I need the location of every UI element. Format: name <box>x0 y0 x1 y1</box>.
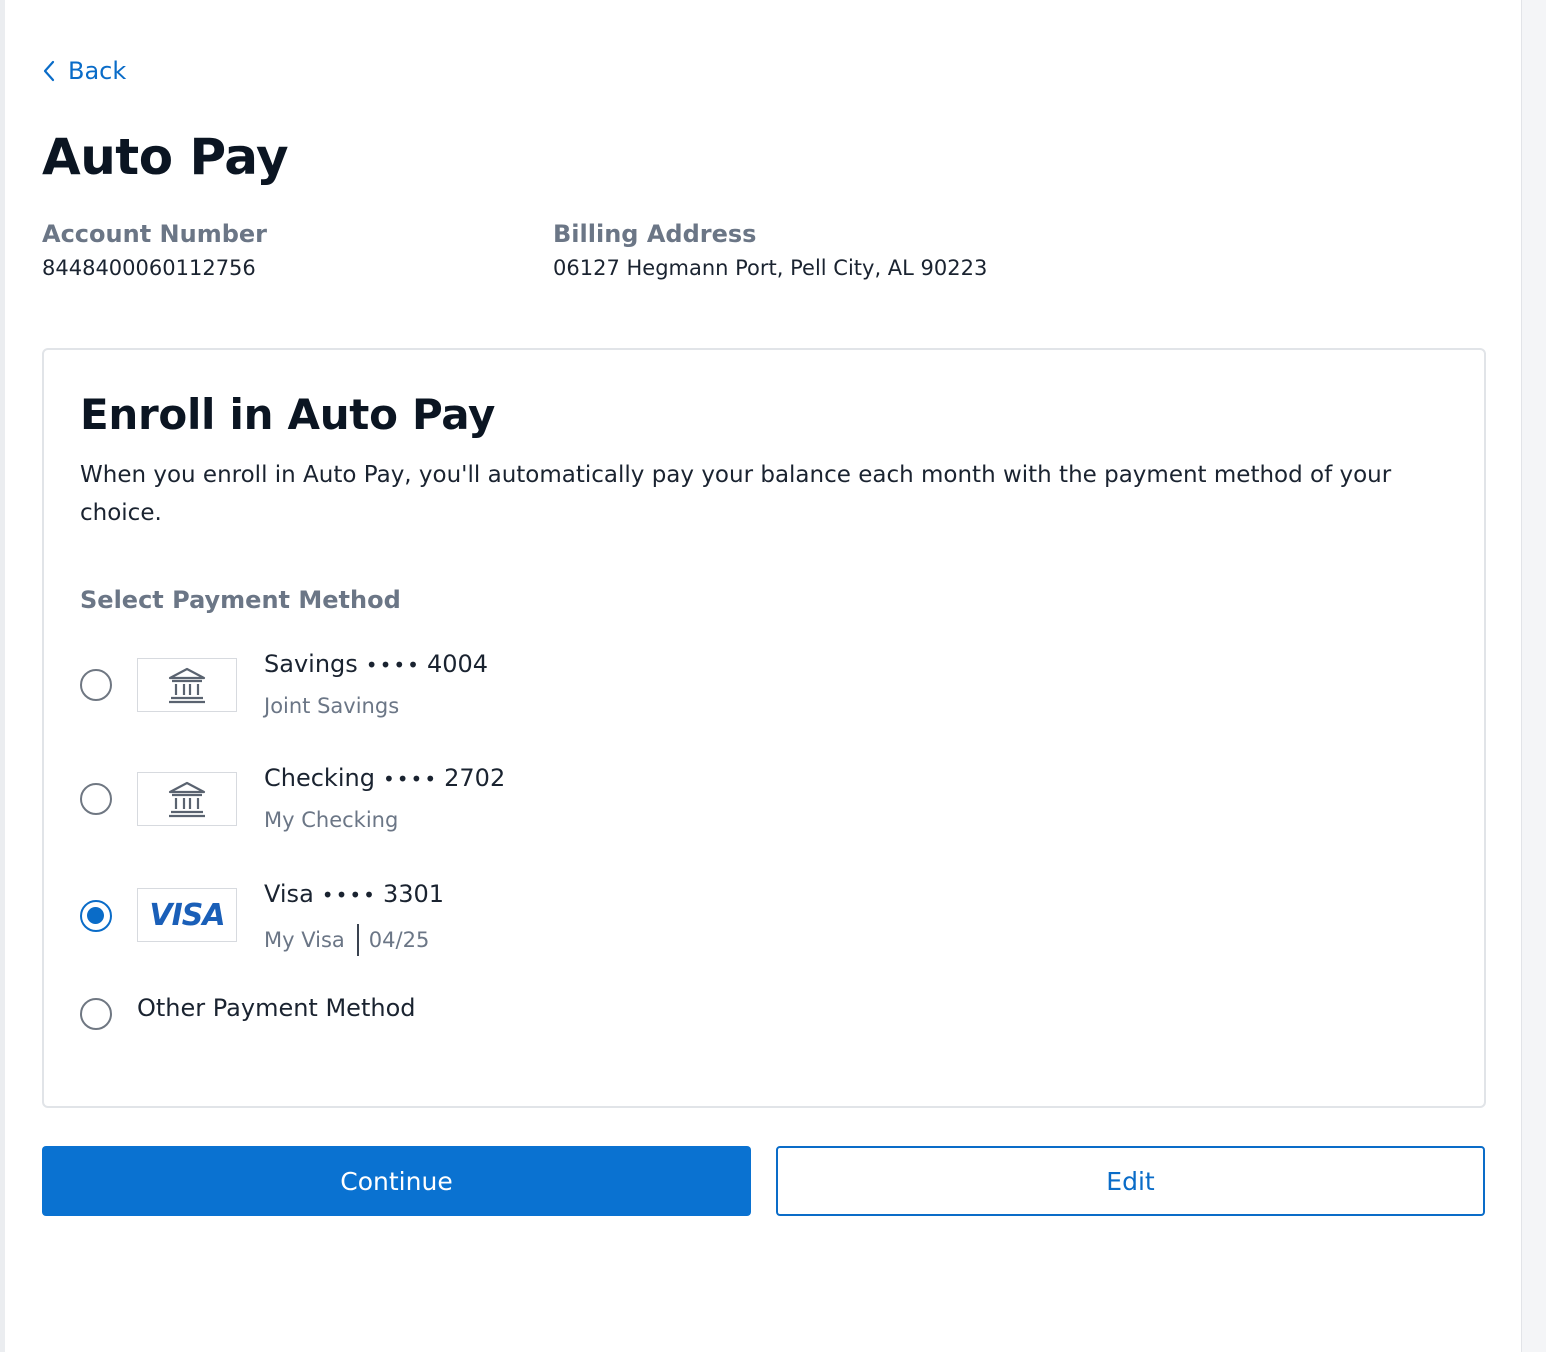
detail-divider <box>356 924 359 956</box>
visa-logo: VISA <box>149 897 225 933</box>
bank-icon <box>168 781 206 818</box>
visa-nickname: My Visa <box>264 928 345 952</box>
checking-logo-box <box>137 772 237 826</box>
billing-address-value: 06127 Hegmann Port, Pell City, AL 90223 <box>553 256 988 280</box>
radio-savings[interactable] <box>80 669 112 701</box>
account-number-label: Account Number <box>42 220 267 248</box>
back-label: Back <box>68 57 127 85</box>
visa-details: My Visa 04/25 <box>264 924 429 956</box>
radio-checking[interactable] <box>80 783 112 815</box>
checking-nickname: My Checking <box>264 808 399 832</box>
select-payment-method-label: Select Payment Method <box>80 586 401 614</box>
chevron-left-icon <box>43 60 55 82</box>
savings-nickname: Joint Savings <box>264 694 400 718</box>
enroll-title: Enroll in Auto Pay <box>80 390 496 439</box>
savings-logo-box <box>137 658 237 712</box>
payment-method-visa[interactable]: VISA Visa •••• 3301 My Visa 04/25 <box>80 880 780 968</box>
bank-icon <box>168 667 206 704</box>
savings-title: Savings •••• 4004 <box>264 650 489 678</box>
continue-button[interactable]: Continue <box>42 1146 751 1216</box>
enroll-description: When you enroll in Auto Pay, you'll auto… <box>80 462 1392 526</box>
account-number-value: 8448400060112756 <box>42 256 256 280</box>
auto-pay-page: Back Auto Pay Account Number 84484000601… <box>0 0 1546 1352</box>
checking-title: Checking •••• 2702 <box>264 764 506 792</box>
page-title: Auto Pay <box>42 128 289 186</box>
visa-logo-box: VISA <box>137 888 237 942</box>
radio-other[interactable] <box>80 998 112 1030</box>
billing-address-label: Billing Address <box>553 220 757 248</box>
payment-method-other[interactable]: Other Payment Method <box>80 994 780 1038</box>
payment-method-checking[interactable]: Checking •••• 2702 My Checking <box>80 764 780 852</box>
payment-method-savings[interactable]: Savings •••• 4004 Joint Savings <box>80 650 780 738</box>
right-scroll-edge <box>1521 0 1546 1352</box>
left-edge <box>0 0 5 1352</box>
visa-expiry: 04/25 <box>368 928 430 952</box>
radio-visa[interactable] <box>80 900 112 932</box>
back-link[interactable]: Back <box>42 54 126 88</box>
other-payment-method-label: Other Payment Method <box>137 994 416 1022</box>
enroll-card: Enroll in Auto Pay When you enroll in Au… <box>42 348 1486 1108</box>
edit-button[interactable]: Edit <box>776 1146 1485 1216</box>
visa-title: Visa •••• 3301 <box>264 880 445 908</box>
